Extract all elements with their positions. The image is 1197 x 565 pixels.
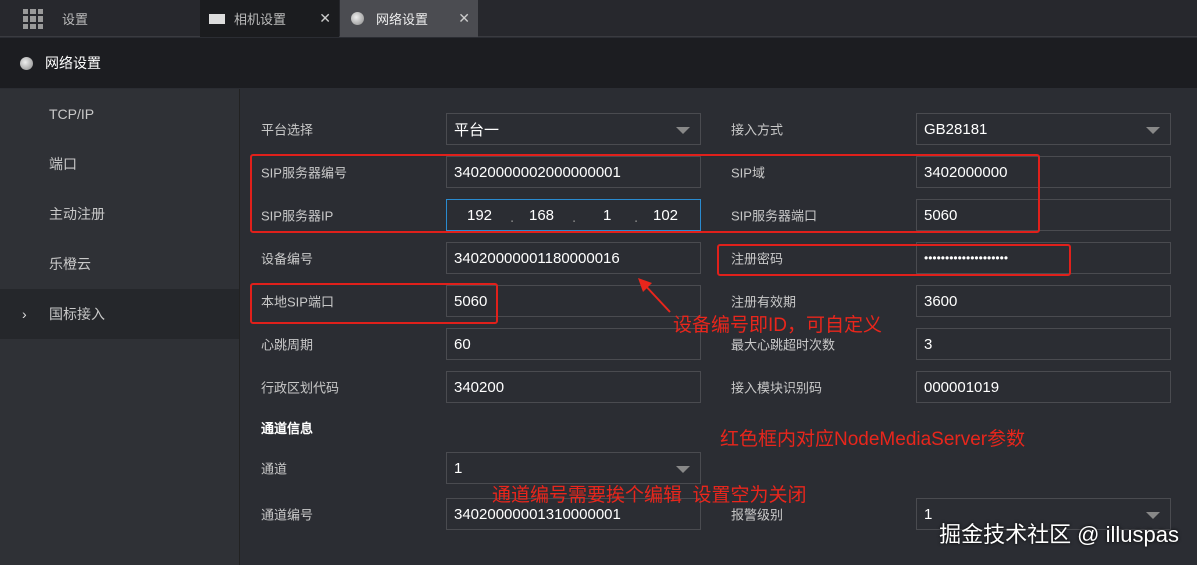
access-mode-value: GB28181 [924,120,988,138]
sidebar-item-label: 端口 [49,156,77,172]
chevron-right-icon: › [22,306,27,322]
sidebar-item-label: 主动注册 [49,206,105,222]
channel-value: 1 [454,459,463,477]
region-code-input[interactable]: 340200 [446,371,701,403]
dropdown-arrow-icon [676,466,690,473]
tab-network-settings[interactable]: 网络设置 ✕ [340,0,478,37]
sidebar-item-label: TCP/IP [49,106,95,122]
max-timeout-input[interactable]: 3 [916,328,1171,360]
annotation-box [250,283,498,324]
annotation-red-box: 红色框内对应NodeMediaServer参数 [720,429,1026,450]
access-mode-select[interactable]: GB28181 [916,113,1171,145]
camera-icon [209,13,225,24]
watermark: 掘金技术社区 @ illuspas [939,522,1179,547]
sidebar-item-active-register[interactable]: 主动注册 [0,189,239,239]
module-id-input[interactable]: 000001019 [916,371,1171,403]
max-timeout-label: 最大心跳超时次数 [731,337,836,353]
tab-home-label: 设置 [62,12,89,27]
region-code-label: 行政区划代码 [261,380,340,396]
channel-id-label: 通道编号 [261,507,314,523]
globe-icon [20,56,33,70]
annotation-device-id: 设备编号即ID，可自定义 [673,315,883,336]
annotation-channel: 通道编号需要挨个编辑 设置空为关闭 [492,485,807,506]
sidebar-item-gb-access[interactable]: › 国标接入 [0,289,239,339]
page-title: 网络设置 [45,55,101,71]
page-header: 网络设置 [0,38,1197,88]
dropdown-arrow-icon [676,127,690,134]
annotation-box [250,154,1040,233]
sidebar-item-imou-cloud[interactable]: 乐橙云 [0,239,239,289]
sidebar-item-port[interactable]: 端口 [0,139,239,189]
platform-select[interactable]: 平台一 [446,113,701,145]
heartbeat-label: 心跳周期 [261,337,314,353]
module-id-label: 接入模块识别码 [731,380,823,396]
channel-label: 通道 [261,461,288,477]
tab-bar: 设置 相机设置 ✕ 网络设置 ✕ [0,0,1197,37]
tab-network-label: 网络设置 [376,12,429,27]
sidebar: TCP/IP 端口 主动注册 乐橙云 › 国标接入 [0,89,240,565]
expiry-label: 注册有效期 [731,294,797,310]
globe-icon [351,12,364,25]
access-mode-label: 接入方式 [731,122,784,138]
annotation-box [717,244,1071,276]
platform-label: 平台选择 [261,122,314,138]
alarm-level-label: 报警级别 [731,507,784,523]
sidebar-item-tcpip[interactable]: TCP/IP [0,89,239,139]
tab-camera-label: 相机设置 [234,12,287,27]
sidebar-item-label: 乐橙云 [49,256,91,272]
sidebar-item-label: 国标接入 [49,306,105,322]
channel-section-title: 通道信息 [261,421,314,436]
device-id-label: 设备编号 [261,251,314,267]
tab-camera-settings[interactable]: 相机设置 ✕ [200,0,339,37]
alarm-level-value: 1 [924,505,933,523]
platform-value: 平台一 [454,121,500,139]
close-icon[interactable]: ✕ [319,10,331,27]
heartbeat-input[interactable]: 60 [446,328,701,360]
close-icon[interactable]: ✕ [458,10,470,27]
expiry-input[interactable]: 3600 [916,285,1171,317]
dropdown-arrow-icon [1146,127,1160,134]
grid-icon [23,9,43,29]
tab-home[interactable]: 设置 [0,0,200,37]
